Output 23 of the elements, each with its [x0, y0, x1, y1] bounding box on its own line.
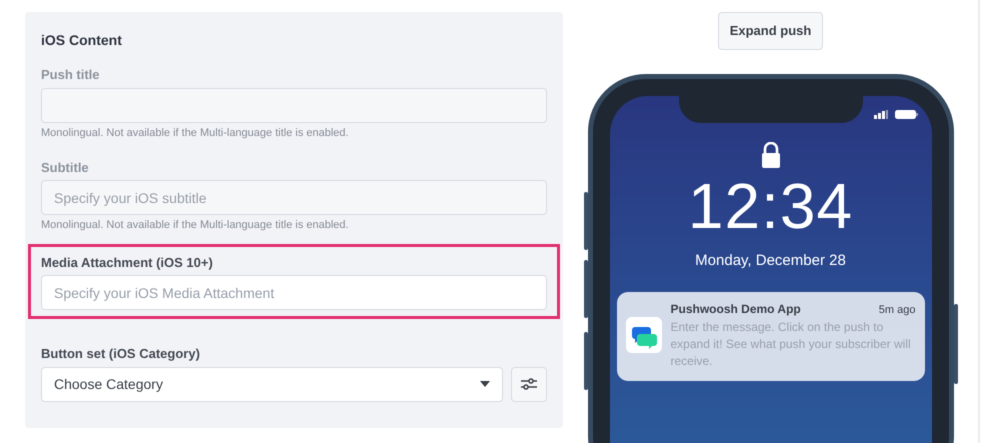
battery-icon: [894, 110, 918, 118]
caret-icon: [480, 381, 490, 388]
notification-message: Enter the message. Click on the push to expand it! See what push your subscriber will receive.: [670, 318, 912, 370]
settings-button[interactable]: [511, 366, 547, 402]
app-name: Pushwoosh Demo App: [670, 301, 801, 318]
input-field[interactable]: Specify your iOS Media Attachment: [41, 275, 547, 310]
category-select[interactable]: Choose Category: [41, 366, 503, 402]
date-text: Monday, December 28: [695, 250, 846, 270]
clock-text: 12:34: [688, 174, 854, 238]
signal-icon: [874, 110, 888, 118]
field-label: Button set (iOS Category): [41, 346, 201, 362]
lock-icon: [760, 142, 780, 168]
field-label: Media Attachment (iOS 10+): [41, 254, 214, 270]
notification-card[interactable]: Pushwoosh Demo App 5m ago Enter the message. Click on the push to expand it! See what push your subscriber will receive.: [616, 292, 924, 381]
field-label: Subtitle: [41, 160, 90, 176]
helper-text: Monolingual. Not available if the Multi-language title is enabled.: [41, 218, 350, 233]
time-text: 5m ago: [878, 303, 916, 318]
section-title: iOS Content: [41, 31, 123, 50]
sliders-icon: [521, 378, 537, 390]
field-label: Push title: [41, 67, 101, 83]
helper-text: Monolingual. Not available if the Multi-language title is enabled.: [41, 126, 350, 140]
expand-button[interactable]: Expand push: [718, 12, 824, 50]
app-icon: [626, 317, 662, 354]
